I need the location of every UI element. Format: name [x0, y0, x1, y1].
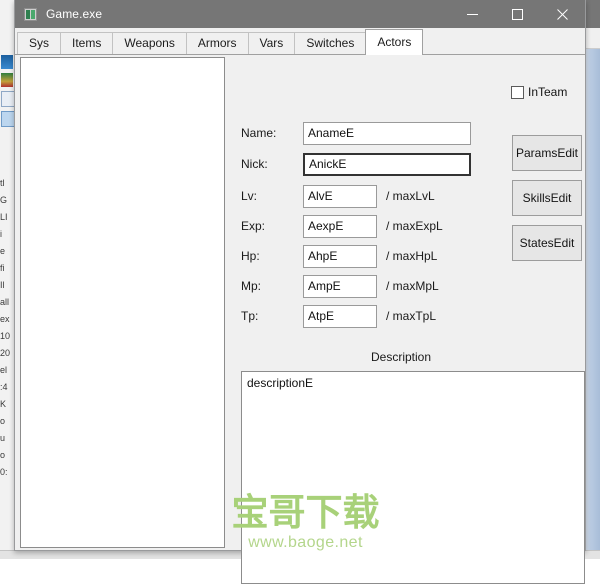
window-controls	[450, 0, 585, 28]
maximize-button[interactable]	[495, 0, 540, 28]
field-row-name: Name:	[241, 121, 471, 145]
label-lv: Lv:	[241, 189, 258, 203]
label-mp: Mp:	[241, 279, 262, 293]
tab-bar: Sys Items Weapons Armors Vars Switches A…	[15, 28, 585, 55]
tab-sys[interactable]: Sys	[17, 32, 62, 54]
label-hp: Hp:	[241, 249, 260, 263]
inteam-checkbox-row[interactable]: InTeam	[511, 85, 567, 99]
exp-max-label: / maxExpL	[386, 219, 443, 233]
field-row-mp: Mp: / maxMpL	[241, 274, 439, 298]
tab-weapons[interactable]: Weapons	[112, 32, 187, 54]
tp-max-label: / maxTpL	[386, 309, 437, 323]
background-icon-window	[1, 111, 15, 127]
minimize-icon	[467, 13, 478, 15]
title-bar[interactable]: Game.exe	[15, 0, 585, 28]
mp-input[interactable]	[303, 274, 377, 298]
inteam-checkbox[interactable]	[511, 85, 524, 99]
label-name: Name:	[241, 126, 277, 140]
inteam-label: InTeam	[528, 85, 568, 99]
main-window: Game.exe Sys Items Weapons Armors Vars S…	[14, 0, 586, 584]
params-edit-button[interactable]: ParamsEdit	[512, 135, 582, 171]
tab-items[interactable]: Items	[60, 32, 114, 54]
name-input[interactable]	[303, 121, 471, 145]
description-textarea[interactable]	[241, 371, 585, 584]
tab-actors[interactable]: Actors	[365, 29, 424, 55]
exp-input[interactable]	[303, 214, 377, 238]
background-icon-document	[1, 91, 15, 107]
lv-input[interactable]	[303, 184, 377, 208]
label-exp: Exp:	[241, 219, 266, 233]
tab-switches[interactable]: Switches	[294, 32, 367, 54]
hp-input[interactable]	[303, 244, 377, 268]
background-icon-landscape	[1, 73, 13, 87]
minimize-button[interactable]	[450, 0, 495, 28]
actor-list-box[interactable]	[20, 57, 225, 548]
tp-input[interactable]	[303, 304, 377, 328]
background-window-left: tl G LI i e fi Il all ex 10 20 el:4 K o u o 0:	[0, 0, 15, 559]
skills-edit-button[interactable]: SkillsEdit	[512, 180, 582, 216]
states-edit-button[interactable]: StatesEdit	[512, 225, 582, 261]
background-left-textlines: tl G LI i e fi Il all ex 10 20 el:4 K o u o 0:	[0, 178, 11, 477]
description-label: Description	[370, 350, 432, 364]
actor-form: Name: Nick: Lv: / maxLvL Exp: / maxExpL	[227, 55, 585, 584]
hp-max-label: / maxHpL	[386, 249, 438, 263]
maximize-icon	[512, 8, 523, 20]
close-button[interactable]	[540, 0, 585, 28]
nick-input[interactable]	[303, 152, 471, 176]
tab-vars[interactable]: Vars	[247, 32, 296, 54]
tab-armors[interactable]: Armors	[185, 32, 249, 54]
tab-content-actors: Name: Nick: Lv: / maxLvL Exp: / maxExpL	[15, 55, 585, 584]
lv-max-label: / maxLvL	[386, 189, 435, 203]
close-icon	[557, 8, 568, 20]
mp-max-label: / maxMpL	[386, 279, 439, 293]
field-row-lv: Lv: / maxLvL	[241, 184, 435, 208]
label-tp: Tp:	[241, 309, 259, 323]
field-row-nick: Nick:	[241, 152, 471, 176]
field-row-exp: Exp: / maxExpL	[241, 214, 443, 238]
field-row-tp: Tp: / maxTpL	[241, 304, 436, 328]
field-row-hp: Hp: / maxHpL	[241, 244, 437, 268]
background-icon-photo	[1, 55, 13, 69]
window-title: Game.exe	[46, 7, 103, 21]
label-nick: Nick:	[241, 157, 268, 171]
background-left-icon-group	[1, 55, 15, 145]
app-window-icon	[24, 7, 37, 21]
